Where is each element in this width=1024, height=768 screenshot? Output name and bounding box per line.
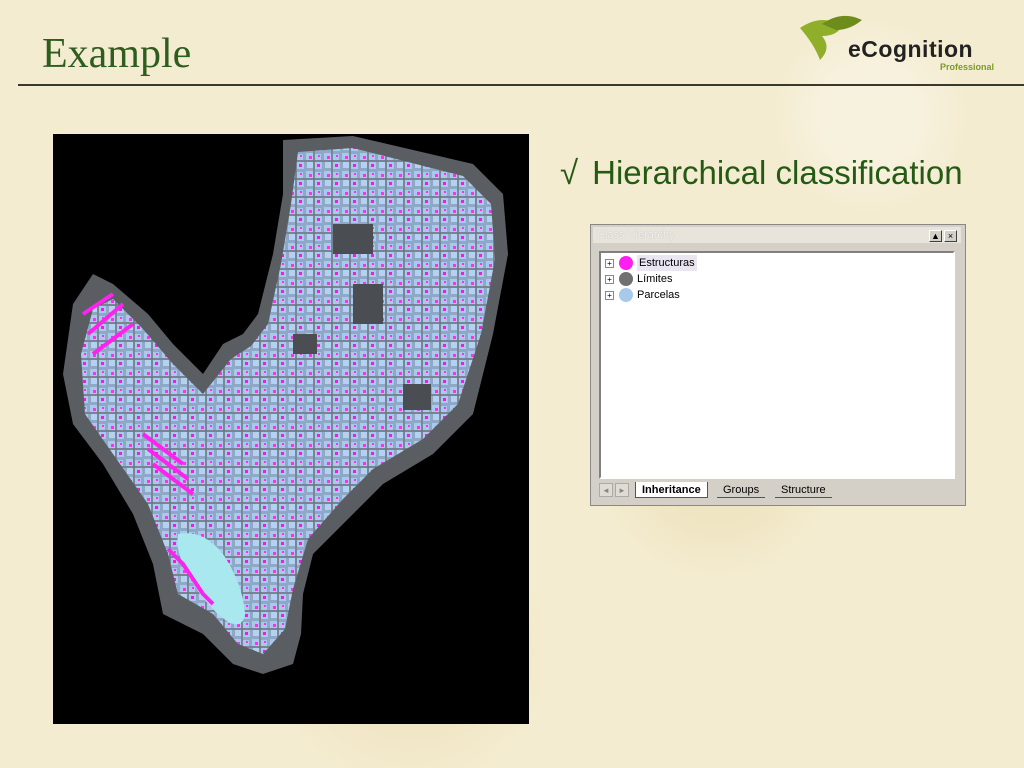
tree-item-label: Límites (637, 273, 673, 285)
tab-scroll-left-icon[interactable]: ◄ (599, 483, 613, 497)
expand-icon[interactable]: + (605, 275, 614, 284)
class-color-icon (619, 288, 633, 302)
tab-structure[interactable]: Structure (775, 482, 832, 498)
close-button[interactable]: × (944, 230, 957, 242)
bullet-check-icon: √ (560, 154, 579, 191)
expand-icon[interactable]: + (605, 291, 614, 300)
tab-groups[interactable]: Groups (717, 482, 766, 498)
class-color-icon (619, 272, 633, 286)
minimize-button[interactable]: ▲ (929, 230, 942, 242)
tree-item-label: Parcelas (637, 289, 680, 301)
class-color-icon (619, 256, 633, 270)
logo-name: eCognition (848, 36, 974, 62)
class-hierarchy-window: Class Hierarchy ▲ × + Estructuras + Lími… (590, 224, 966, 506)
logo-subtitle: Professional (940, 62, 995, 72)
classified-map-image (53, 134, 529, 724)
window-title-bar[interactable]: Class Hierarchy (593, 227, 961, 243)
tab-inheritance[interactable]: Inheritance (635, 482, 708, 498)
slide-title: Example (42, 31, 192, 77)
tab-bar: ◄ ► Inheritance Groups Structure (599, 481, 959, 501)
class-tree: + Estructuras + Límites + Parcelas (599, 251, 955, 479)
title-divider (18, 84, 1024, 86)
tree-item-label: Estructuras (637, 255, 697, 271)
bullet-point: √ Hierarchical classification (560, 154, 963, 192)
bullet-text: Hierarchical classification (592, 154, 963, 191)
expand-icon[interactable]: + (605, 259, 614, 268)
map-graphic (63, 136, 508, 674)
tab-scroll-right-icon[interactable]: ► (615, 483, 629, 497)
window-title: Class Hierarchy (597, 229, 675, 241)
